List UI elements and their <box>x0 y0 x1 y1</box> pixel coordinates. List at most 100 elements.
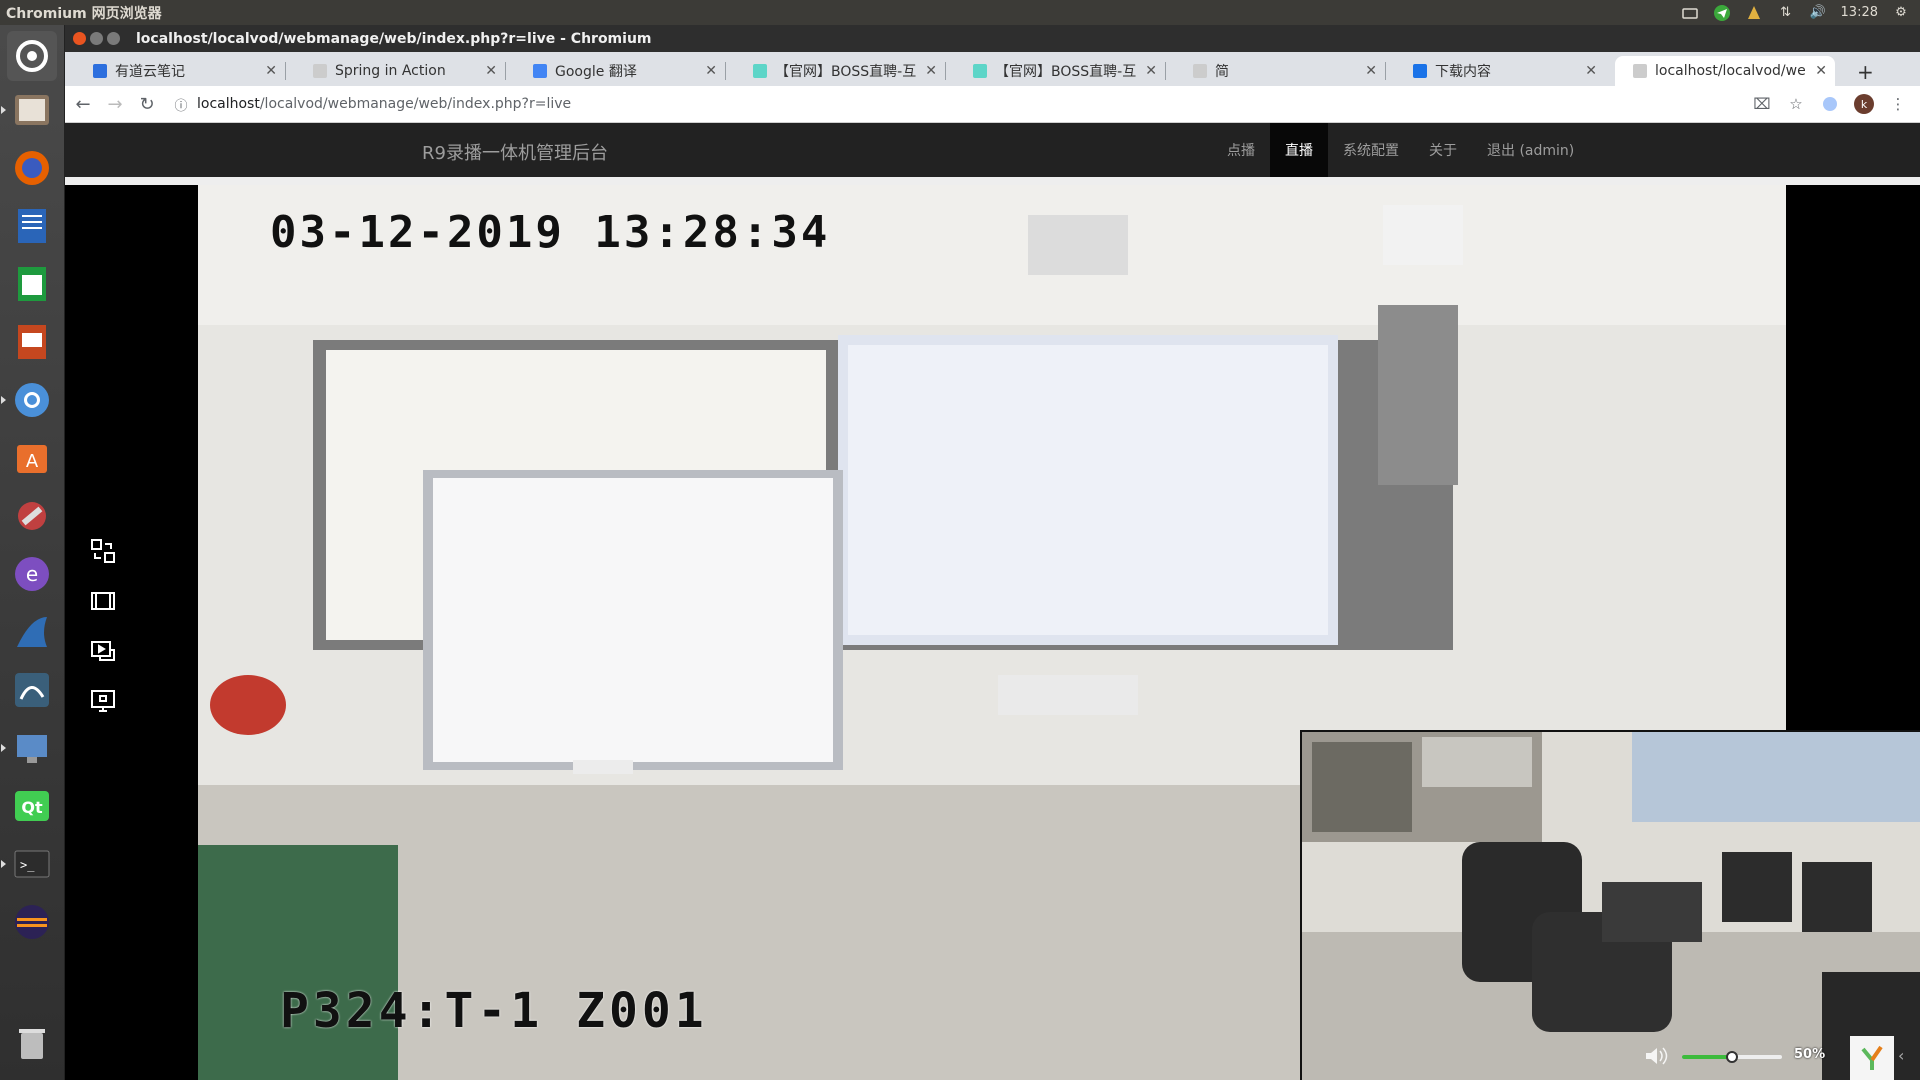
volume-indicator-icon[interactable]: 🔊 <box>1809 4 1827 22</box>
browser-tab[interactable]: 简 ✕ <box>1175 56 1386 86</box>
launcher-files-icon[interactable] <box>1 85 57 135</box>
window-maximize-button[interactable] <box>107 32 120 45</box>
launcher-mysql-workbench-icon[interactable] <box>7 665 57 715</box>
secondary-camera-stream[interactable]: 50% ‹ <box>1300 730 1920 1080</box>
osd-timestamp: 03-12-2019 13:28:34 <box>270 207 831 258</box>
tab-close-icon[interactable]: ✕ <box>485 63 497 79</box>
launcher-trash-icon[interactable] <box>7 1019 57 1069</box>
launcher-remote-desktop-icon[interactable] <box>1 723 57 773</box>
nav-logout[interactable]: 退出 (admin) <box>1472 123 1589 177</box>
launcher-calc-icon[interactable] <box>7 259 57 309</box>
translate-icon[interactable]: ⌧ <box>1752 94 1772 114</box>
panel-clock[interactable]: 13:28 <box>1841 5 1878 20</box>
reload-button[interactable]: ↻ <box>133 90 161 118</box>
tab-label: 有道云笔记 <box>115 64 185 80</box>
live-player: 03-12-2019 13:28:34 P324:T-1 Z001 50% ‹ <box>65 185 1920 1080</box>
tab-close-icon[interactable]: ✕ <box>925 63 937 79</box>
layout-switch-icon[interactable] <box>89 537 117 565</box>
nav-about[interactable]: 关于 <box>1414 123 1472 177</box>
system-top-panel: Chromium 网页浏览器 ⇅ 🔊 13:28 ⚙ <box>0 0 1920 25</box>
launcher-impress-icon[interactable] <box>7 317 57 367</box>
volume-fill <box>1682 1055 1732 1059</box>
launcher-software-center-icon[interactable]: A <box>7 433 57 483</box>
monitor-icon[interactable] <box>89 687 117 715</box>
settings-gear-icon[interactable]: ⚙ <box>1892 4 1910 22</box>
tab-close-icon[interactable]: ✕ <box>1145 63 1157 79</box>
new-tab-button[interactable]: + <box>1857 60 1874 84</box>
player-brand-logo-icon <box>1861 1045 1883 1070</box>
window-titlebar: localhost/localvod/webmanage/web/index.p… <box>65 25 1920 52</box>
tab-close-icon[interactable]: ✕ <box>1585 63 1597 79</box>
site-info-icon[interactable]: ⓘ <box>171 94 191 114</box>
active-app-name: Chromium 网页浏览器 <box>6 5 162 22</box>
browser-tab[interactable]: 【官网】BOSS直聘-互 ✕ <box>735 56 946 86</box>
tab-label: Google 翻译 <box>555 64 637 80</box>
player-logo <box>1850 1036 1894 1080</box>
network-icon[interactable]: ⇅ <box>1777 4 1795 22</box>
tab-close-icon[interactable]: ✕ <box>1815 63 1827 79</box>
launcher-firefox-icon[interactable] <box>7 143 57 193</box>
page-favicon-icon <box>1633 64 1647 78</box>
extension-icon[interactable] <box>1820 94 1840 114</box>
nav-live[interactable]: 直播 <box>1270 123 1328 177</box>
menu-kebab-icon[interactable]: ⋮ <box>1888 94 1908 114</box>
google-translate-favicon-icon <box>533 64 547 78</box>
navbar-divider <box>65 177 1920 185</box>
volume-slider[interactable] <box>1682 1051 1782 1063</box>
browser-window: localhost/localvod/webmanage/web/index.p… <box>65 25 1920 123</box>
browser-tab[interactable]: Google 翻译 ✕ <box>515 56 726 86</box>
pip-controls: 50% ‹ <box>1302 1034 1920 1080</box>
launcher-wireshark-icon[interactable] <box>7 607 57 657</box>
play-screen-icon[interactable] <box>89 637 117 665</box>
browser-tab[interactable]: 【官网】BOSS直聘-互 ✕ <box>955 56 1166 86</box>
app-brand[interactable]: R9录播一体机管理后台 <box>422 139 608 165</box>
window-minimize-button[interactable] <box>90 32 103 45</box>
tab-strip: 有道云笔记 ✕ Spring in Action ✕ Google 翻译 ✕ 【… <box>65 52 1920 86</box>
launcher-eclipse-icon[interactable] <box>7 897 57 947</box>
browser-toolbar: ← → ↻ ⓘ localhost/localvod/webmanage/web… <box>65 86 1920 123</box>
notification-icon[interactable] <box>1745 4 1763 22</box>
telegram-icon[interactable] <box>1713 4 1731 22</box>
svg-text:>_: >_ <box>20 858 35 872</box>
tab-close-icon[interactable]: ✕ <box>265 63 277 79</box>
browser-tab-active[interactable]: localhost/localvod/we ✕ <box>1615 56 1835 86</box>
launcher-writer-icon[interactable] <box>7 201 57 251</box>
app-menu: 点播 直播 系统配置 关于 退出 (admin) <box>1212 123 1589 177</box>
profile-avatar[interactable]: k <box>1854 94 1874 114</box>
boss-favicon-icon <box>753 64 767 78</box>
film-icon[interactable] <box>89 587 117 615</box>
launcher-dash-icon[interactable] <box>7 31 57 81</box>
app-navbar: R9录播一体机管理后台 点播 直播 系统配置 关于 退出 (admin) <box>65 123 1920 177</box>
page-favicon-icon <box>1193 64 1207 78</box>
keyboard-indicator-icon[interactable] <box>1681 4 1699 22</box>
url-path: /localvod/webmanage/web/index.php?r=live <box>259 96 572 112</box>
collapse-chevron-icon[interactable]: ‹ <box>1898 1046 1904 1065</box>
browser-tab[interactable]: 有道云笔记 ✕ <box>75 56 286 86</box>
boss-favicon-icon <box>973 64 987 78</box>
volume-knob[interactable] <box>1726 1051 1738 1063</box>
tab-label: 下载内容 <box>1435 64 1491 80</box>
bookmark-star-icon[interactable]: ☆ <box>1786 94 1806 114</box>
back-button[interactable]: ← <box>69 90 97 118</box>
tab-close-icon[interactable]: ✕ <box>705 63 717 79</box>
browser-tab[interactable]: 下载内容 ✕ <box>1395 56 1605 86</box>
svg-text:Qt: Qt <box>21 798 43 817</box>
osd-camera-label: P324:T-1 Z001 <box>280 983 708 1039</box>
browser-tab[interactable]: Spring in Action ✕ <box>295 56 506 86</box>
tab-label: 【官网】BOSS直聘-互 <box>995 64 1137 80</box>
nav-vod[interactable]: 点播 <box>1212 123 1270 177</box>
tab-close-icon[interactable]: ✕ <box>1365 63 1377 79</box>
launcher-emacs-icon[interactable]: e <box>7 549 57 599</box>
launcher-qt-creator-icon[interactable]: Qt <box>7 781 57 831</box>
window-close-button[interactable] <box>73 32 86 45</box>
youdao-note-favicon-icon <box>93 64 107 78</box>
tab-label: Spring in Action <box>335 63 446 79</box>
volume-speaker-icon[interactable] <box>1644 1046 1668 1070</box>
launcher-chromium-icon[interactable] <box>1 375 57 425</box>
tab-label: 简 <box>1215 64 1229 80</box>
forward-button[interactable]: → <box>101 90 129 118</box>
launcher-terminal-icon[interactable]: >_ <box>1 839 57 889</box>
nav-system-config[interactable]: 系统配置 <box>1328 123 1414 177</box>
address-bar[interactable]: ⓘ localhost/localvod/webmanage/web/index… <box>171 90 1731 118</box>
launcher-system-settings-icon[interactable] <box>7 491 57 541</box>
